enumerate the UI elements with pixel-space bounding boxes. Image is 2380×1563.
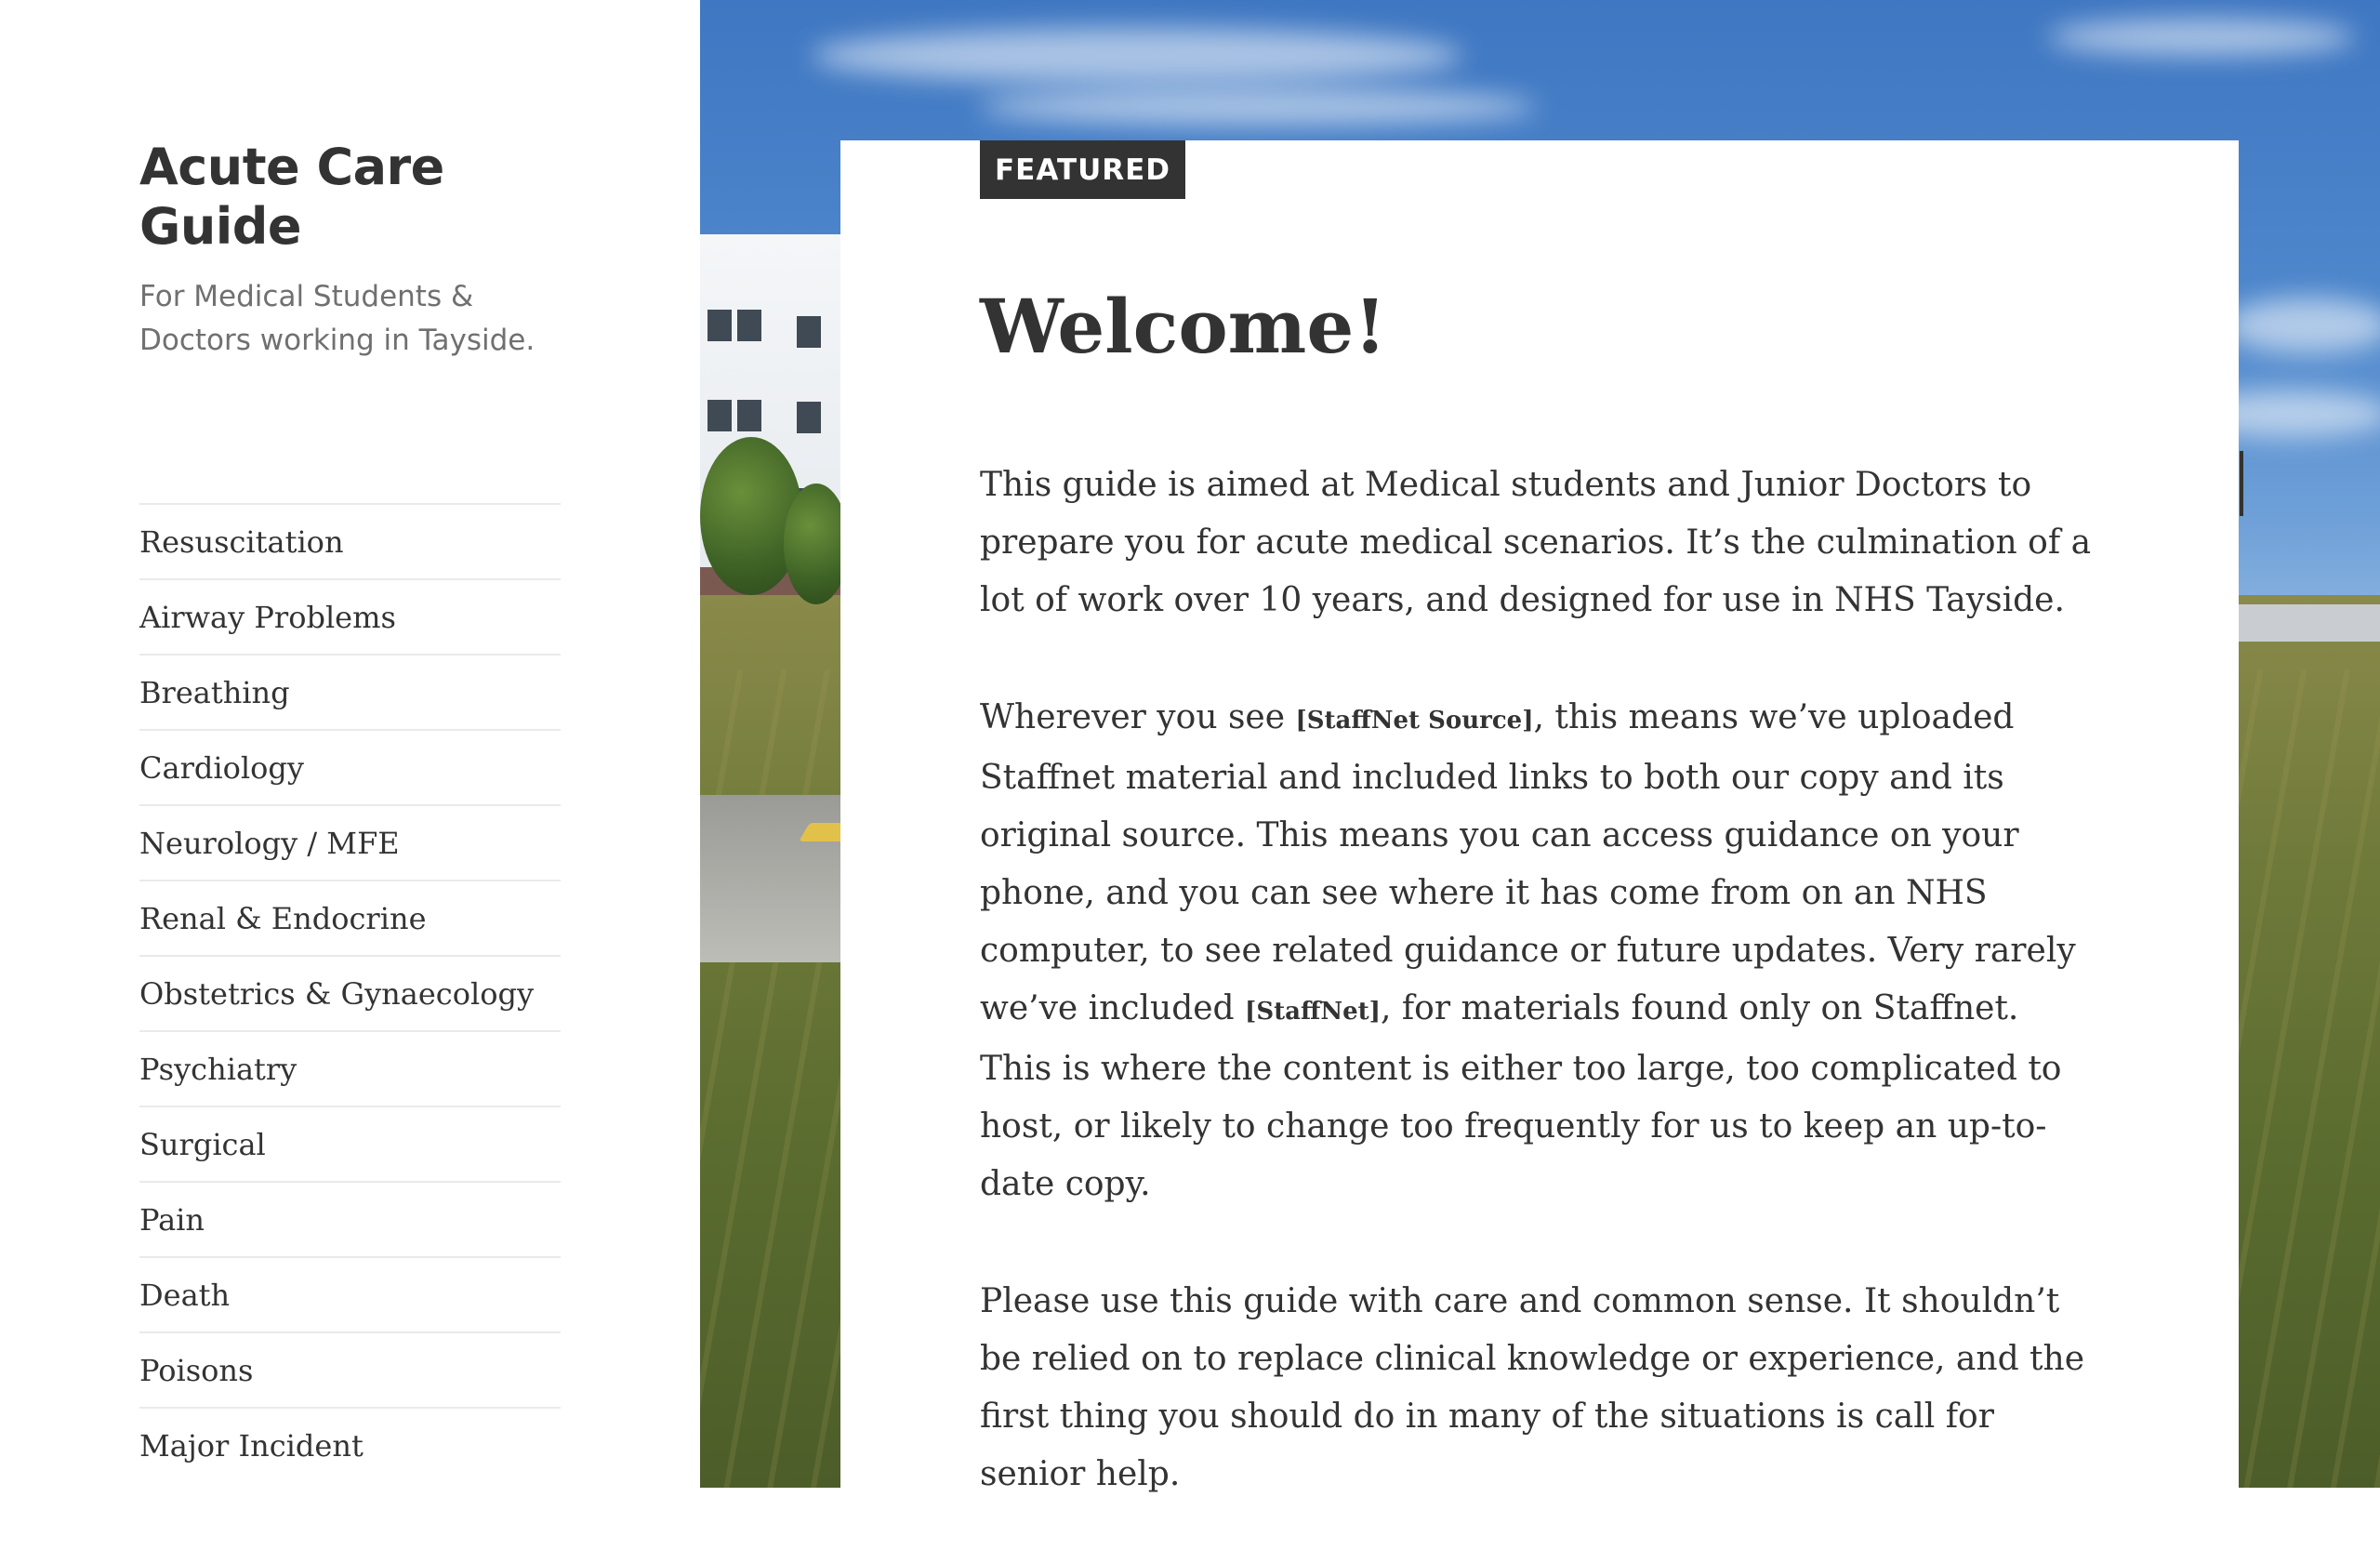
- nav-item-neurology-mfe[interactable]: Neurology / MFE: [139, 804, 561, 880]
- staffnet-tag[interactable]: [StaffNet]: [1245, 998, 1381, 1026]
- cloud: [2048, 19, 2355, 56]
- nav-item-cardiology[interactable]: Cardiology: [139, 729, 561, 804]
- distant-building: [2234, 604, 2380, 642]
- featured-article: FEATURED Welcome! This guide is aimed at…: [840, 140, 2239, 1493]
- nav-item-death[interactable]: Death: [139, 1256, 561, 1331]
- nav-item-label: Psychiatry: [139, 1051, 298, 1087]
- paragraph-staffnet: Wherever you see [StaffNet Source], this…: [980, 698, 2076, 1203]
- nav-item-label: Airway Problems: [139, 599, 396, 635]
- article-title[interactable]: Welcome!: [980, 280, 1386, 373]
- tree: [784, 483, 849, 604]
- nav-item-label: Neurology / MFE: [139, 825, 400, 861]
- nav-item-label: Surgical: [139, 1126, 266, 1162]
- nav-item-label: Obstetrics & Gynaecology: [139, 975, 535, 1012]
- nav-item-label: Cardiology: [139, 749, 304, 786]
- featured-badge: FEATURED: [980, 140, 1186, 199]
- site-title[interactable]: Acute Care Guide: [139, 138, 456, 257]
- article-content: This guide is aimed at Medical students …: [980, 457, 2096, 1563]
- paragraph-caution: Please use this guide with care and comm…: [980, 1282, 2085, 1493]
- road: [700, 795, 849, 962]
- nav-item-obstetrics-gynaecology[interactable]: Obstetrics & Gynaecology: [139, 955, 561, 1030]
- sidebar: Acute Care Guide For Medical Students & …: [0, 0, 700, 1488]
- nav-item-renal-endocrine[interactable]: Renal & Endocrine: [139, 880, 561, 955]
- nav-item-label: Renal & Endocrine: [139, 900, 427, 936]
- nav-item-pain[interactable]: Pain: [139, 1181, 561, 1256]
- nav-item-resuscitation[interactable]: Resuscitation: [139, 503, 561, 578]
- staffnet-source-tag[interactable]: [StaffNet Source]: [1295, 707, 1533, 735]
- nav-item-label: Death: [139, 1277, 231, 1313]
- nav-item-label: Breathing: [139, 674, 290, 710]
- nav-item-poisons[interactable]: Poisons: [139, 1331, 561, 1407]
- nav-item-breathing[interactable]: Breathing: [139, 654, 561, 729]
- nav-item-label: Pain: [139, 1201, 205, 1238]
- nav-item-label: Resuscitation: [139, 523, 344, 560]
- nav-item-airway-problems[interactable]: Airway Problems: [139, 578, 561, 654]
- paragraph-intro: This guide is aimed at Medical students …: [980, 466, 2092, 619]
- main-navigation: Resuscitation Airway Problems Breathing …: [139, 503, 561, 1482]
- nav-item-label: Poisons: [139, 1352, 254, 1388]
- nav-item-surgical[interactable]: Surgical: [139, 1106, 561, 1181]
- cloud: [979, 88, 1537, 126]
- nav-item-label: Major Incident: [139, 1427, 364, 1464]
- nav-item-psychiatry[interactable]: Psychiatry: [139, 1030, 561, 1106]
- cloud: [2225, 298, 2380, 353]
- nav-item-major-incident[interactable]: Major Incident: [139, 1407, 561, 1482]
- site-description: For Medical Students & Doctors working i…: [139, 280, 536, 357]
- cloud: [812, 28, 1462, 84]
